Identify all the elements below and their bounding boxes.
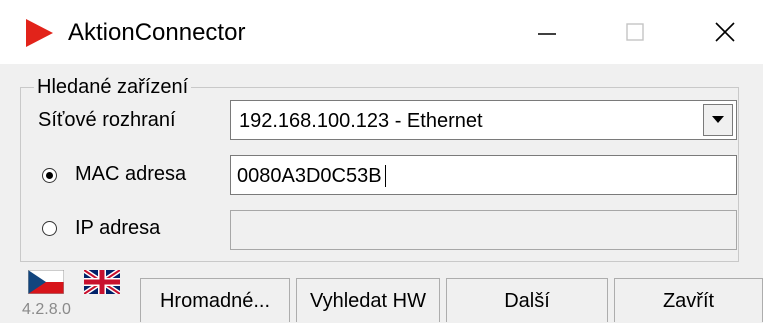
text-caret <box>385 165 386 187</box>
network-interface-label: Síťové rozhraní <box>38 109 176 131</box>
ip-address-input[interactable] <box>230 210 737 250</box>
mac-address-label: MAC adresa <box>75 163 187 185</box>
bulk-button[interactable]: Hromadné... <box>140 278 290 322</box>
minimize-icon <box>538 33 556 35</box>
mac-address-radio[interactable] <box>42 168 57 183</box>
find-hw-button[interactable]: Vyhledat HW <box>296 278 440 322</box>
play-icon <box>26 19 53 47</box>
close-window-button[interactable] <box>688 0 762 64</box>
ip-address-radio[interactable] <box>42 221 57 236</box>
network-interface-value: 192.168.100.123 - Ethernet <box>239 110 483 132</box>
mac-address-input[interactable]: 0080A3D0C53B <box>230 155 737 195</box>
chevron-down-icon <box>712 116 724 123</box>
close-button[interactable]: Zavřít <box>614 278 763 322</box>
close-icon <box>715 22 735 42</box>
group-legend: Hledané zařízení <box>37 76 189 98</box>
network-interface-select[interactable]: 192.168.100.123 - Ethernet <box>230 100 737 140</box>
version-label: 4.2.8.0 <box>22 301 71 318</box>
title-bar[interactable]: AktionConnector <box>0 0 763 64</box>
uk-flag-icon[interactable] <box>84 270 120 294</box>
ip-address-label: IP adresa <box>75 217 161 239</box>
maximize-icon <box>626 23 644 41</box>
window-title: AktionConnector <box>68 19 246 46</box>
mac-address-value: 0080A3D0C53B <box>237 165 382 187</box>
maximize-button[interactable] <box>598 0 672 64</box>
czech-flag-icon[interactable] <box>28 270 64 294</box>
next-button[interactable]: Další <box>446 278 608 322</box>
radio-selected-dot <box>46 172 53 179</box>
dropdown-button[interactable] <box>703 104 733 136</box>
minimize-button[interactable] <box>510 0 584 64</box>
